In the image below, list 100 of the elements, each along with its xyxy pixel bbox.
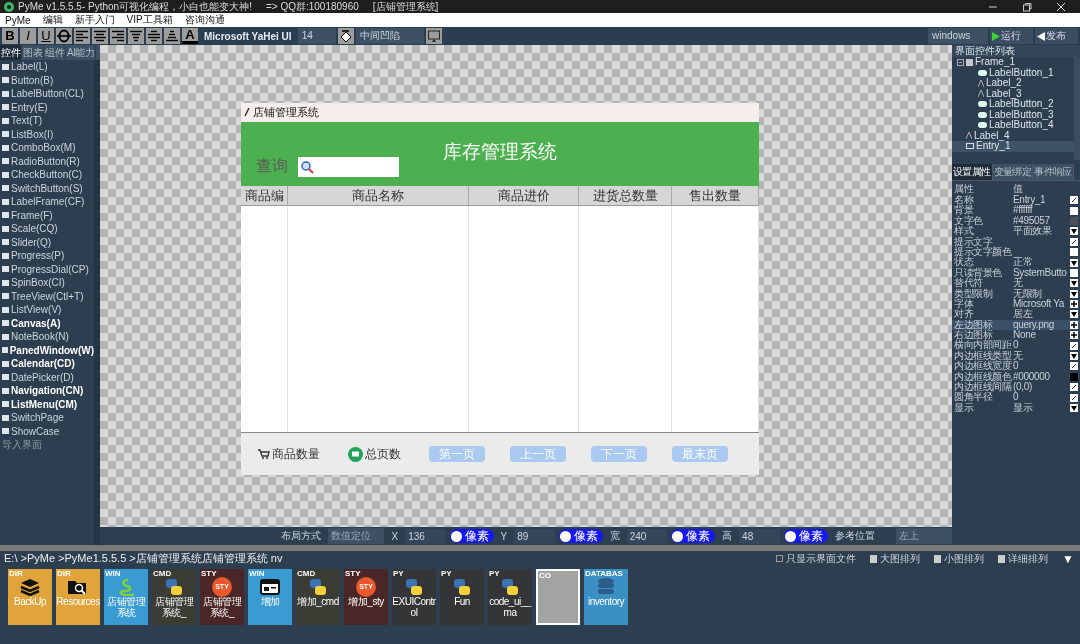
pencil-icon[interactable] [1070,341,1078,350]
property-row[interactable]: 类型限制 无限制 [952,288,1080,299]
property-row[interactable]: 背景 #ffffff [952,205,1080,216]
menu-item[interactable]: 咨询沟通 [184,13,225,27]
view-option[interactable]: 大图排列 [870,551,921,566]
property-row[interactable]: 提示文字 [952,236,1080,247]
pencil-icon[interactable] [1070,196,1078,205]
font-size-dropdown[interactable]: 14 [297,28,336,44]
number-field[interactable]: 48 [739,528,780,544]
collapse-icon[interactable] [957,58,964,66]
color-swatch[interactable] [1070,372,1078,381]
align-icon[interactable] [128,28,144,44]
property-row[interactable]: 内边框线宽度 0 [952,361,1080,372]
panel-tab[interactable]: 变量绑定 [992,164,1034,180]
property-row[interactable]: 状态 正常 [952,257,1080,268]
format-button[interactable]: U [38,28,54,44]
panel-tab[interactable]: 控件 [0,45,22,60]
color-swatch[interactable] [1070,268,1078,277]
widget-item[interactable]: Text(T) [11,115,43,127]
restore-icon[interactable] [1022,1,1032,12]
widget-item[interactable]: ListBox(I) [11,128,54,140]
menu-item[interactable]: 新手入门 [74,13,115,27]
widget-item[interactable]: ShowCase [11,425,60,437]
tree-item[interactable]: LabelButton_3 [952,109,1074,120]
widget-item[interactable]: PanedWindow(W) [9,344,94,356]
widget-item[interactable]: DatePicker(D) [11,371,74,383]
widget-item[interactable]: Navigation(CN) [11,385,84,397]
run-button[interactable]: 运行 [990,28,1033,44]
pencil-icon[interactable] [1070,237,1078,246]
property-row[interactable]: 内边框线颜色 #000000 [952,371,1080,383]
align-icon[interactable] [110,28,126,44]
number-field[interactable]: 89 [514,528,555,544]
file-tile[interactable]: PY EXUIControl [392,569,436,625]
align-icon[interactable] [92,28,108,44]
tree-item[interactable]: Label_3 [952,88,1074,99]
dropdown-icon[interactable] [1070,258,1078,267]
import-item[interactable]: 导入界面 [0,438,94,452]
pencil-icon[interactable] [1070,393,1078,402]
widget-item[interactable]: ProgressDial(CP) [11,263,89,275]
property-row[interactable]: 只读背景色 SystemButto [952,267,1080,279]
align-icon[interactable] [164,28,180,44]
close-icon[interactable] [1056,1,1066,12]
widget-item[interactable]: Label(L) [11,61,48,73]
text-color-button[interactable]: A [182,28,198,44]
property-row[interactable]: 样式 平面效果 [952,226,1080,237]
pencil-icon[interactable] [1070,383,1078,392]
dropdown-icon[interactable] [1070,404,1078,412]
widget-item[interactable]: Slider(Q) [11,236,51,248]
unit-toggle[interactable]: 像素 [558,529,603,543]
panel-tab[interactable]: AI能力 [66,45,97,60]
menu-item[interactable]: 编辑 [42,13,63,27]
tree-item[interactable]: Label_4 [952,130,1074,141]
dropdown-icon[interactable] [1070,279,1078,288]
format-button[interactable]: I [20,28,36,44]
anchor-dropdown[interactable]: 左上 [895,528,952,544]
plus-icon[interactable] [1070,331,1078,340]
file-tile[interactable]: DATABAS inventory [584,569,628,625]
format-button[interactable]: B [2,28,18,44]
number-field[interactable]: 136 [405,528,446,544]
font-name[interactable]: Microsoft YaHei UI [200,30,296,42]
unit-toggle[interactable]: 像素 [783,529,828,543]
panel-tab[interactable]: 设置属性 [952,164,993,180]
widget-item[interactable]: LabelFrame(CF) [11,196,85,208]
dropdown-icon[interactable] [1070,289,1078,298]
menu-item[interactable]: VIP工具箱 [126,13,173,27]
tree-item[interactable]: LabelButton_2 [952,99,1074,110]
filter-checkbox[interactable]: 只显示界面文件 [776,551,857,566]
widget-item[interactable]: TreeView(Ctl+T) [11,290,84,302]
widget-item[interactable]: Entry(E) [11,101,48,113]
widget-item[interactable]: Button(B) [11,74,54,86]
unit-toggle[interactable]: 像素 [449,529,494,543]
property-row[interactable]: 字体 Microsoft Ya [952,298,1080,310]
property-row[interactable]: 横向内部间距 0 [952,340,1080,351]
panel-tab[interactable]: 组件 [44,45,66,60]
widget-item[interactable]: SpinBox(CI) [11,277,65,289]
widget-item[interactable]: LabelButton(CL) [11,88,84,100]
widget-item[interactable]: Progress(P) [11,250,65,262]
widget-item[interactable]: Scale(CQ) [11,223,58,235]
widget-item[interactable]: Frame(F) [11,209,53,221]
widget-item[interactable]: ListMenu(CM) [11,398,78,410]
widget-item[interactable]: SwitchButton(S) [11,182,83,194]
widget-item[interactable]: SwitchPage [11,412,64,424]
dropdown-icon[interactable] [1070,310,1078,319]
file-tile[interactable]: CMD 店铺管理系统_ [152,569,196,625]
align-icon[interactable] [74,28,90,44]
property-row[interactable]: 文字色 #495057 [952,215,1080,227]
view-option[interactable]: 小图排列 [934,551,985,566]
tree-item[interactable]: Entry_1 [952,141,1074,152]
color-swatch[interactable] [1070,206,1078,215]
dropdown-icon[interactable] [1070,227,1078,236]
view-option[interactable]: 详细排列 [998,551,1049,566]
color-swatch[interactable] [1070,216,1078,225]
panel-tab[interactable]: 事件响应 [1033,164,1074,180]
plus-icon[interactable] [1070,320,1078,329]
search-field[interactable] [298,156,399,177]
widget-item[interactable]: CheckButton(C) [11,169,83,181]
dropdown-icon[interactable] [1070,352,1078,361]
tree-item[interactable]: LabelButton_1 [952,67,1074,78]
color-swatch[interactable] [1070,248,1078,257]
publish-button[interactable]: 发布 [1035,28,1078,44]
